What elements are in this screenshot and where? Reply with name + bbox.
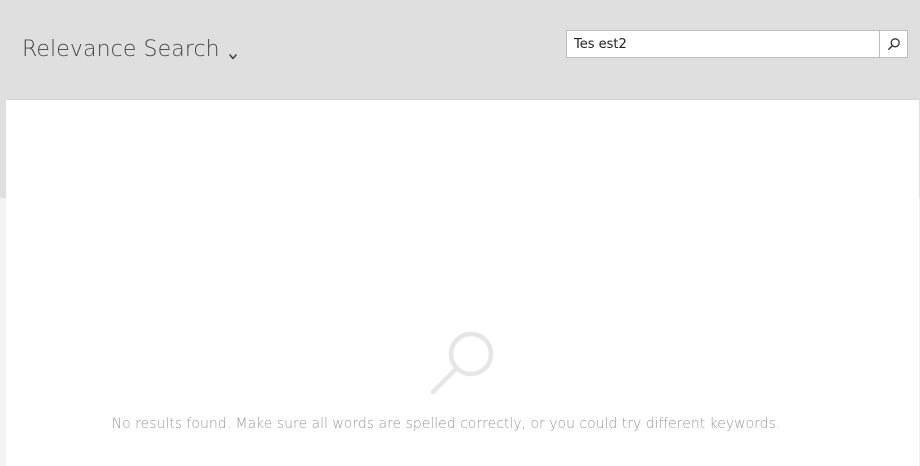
chevron-down-icon: [228, 47, 238, 59]
search-button[interactable]: [879, 30, 908, 58]
magnifier-icon: [430, 329, 502, 395]
page-title: Relevance Search: [22, 36, 220, 62]
search-type-selector[interactable]: Relevance Search: [22, 34, 238, 64]
results-panel: No results found. Make sure all words ar…: [6, 99, 919, 466]
search-box: [566, 30, 908, 58]
empty-results-message: No results found. Make sure all words ar…: [111, 416, 781, 432]
search-icon: [887, 37, 901, 51]
search-input[interactable]: [566, 30, 879, 58]
